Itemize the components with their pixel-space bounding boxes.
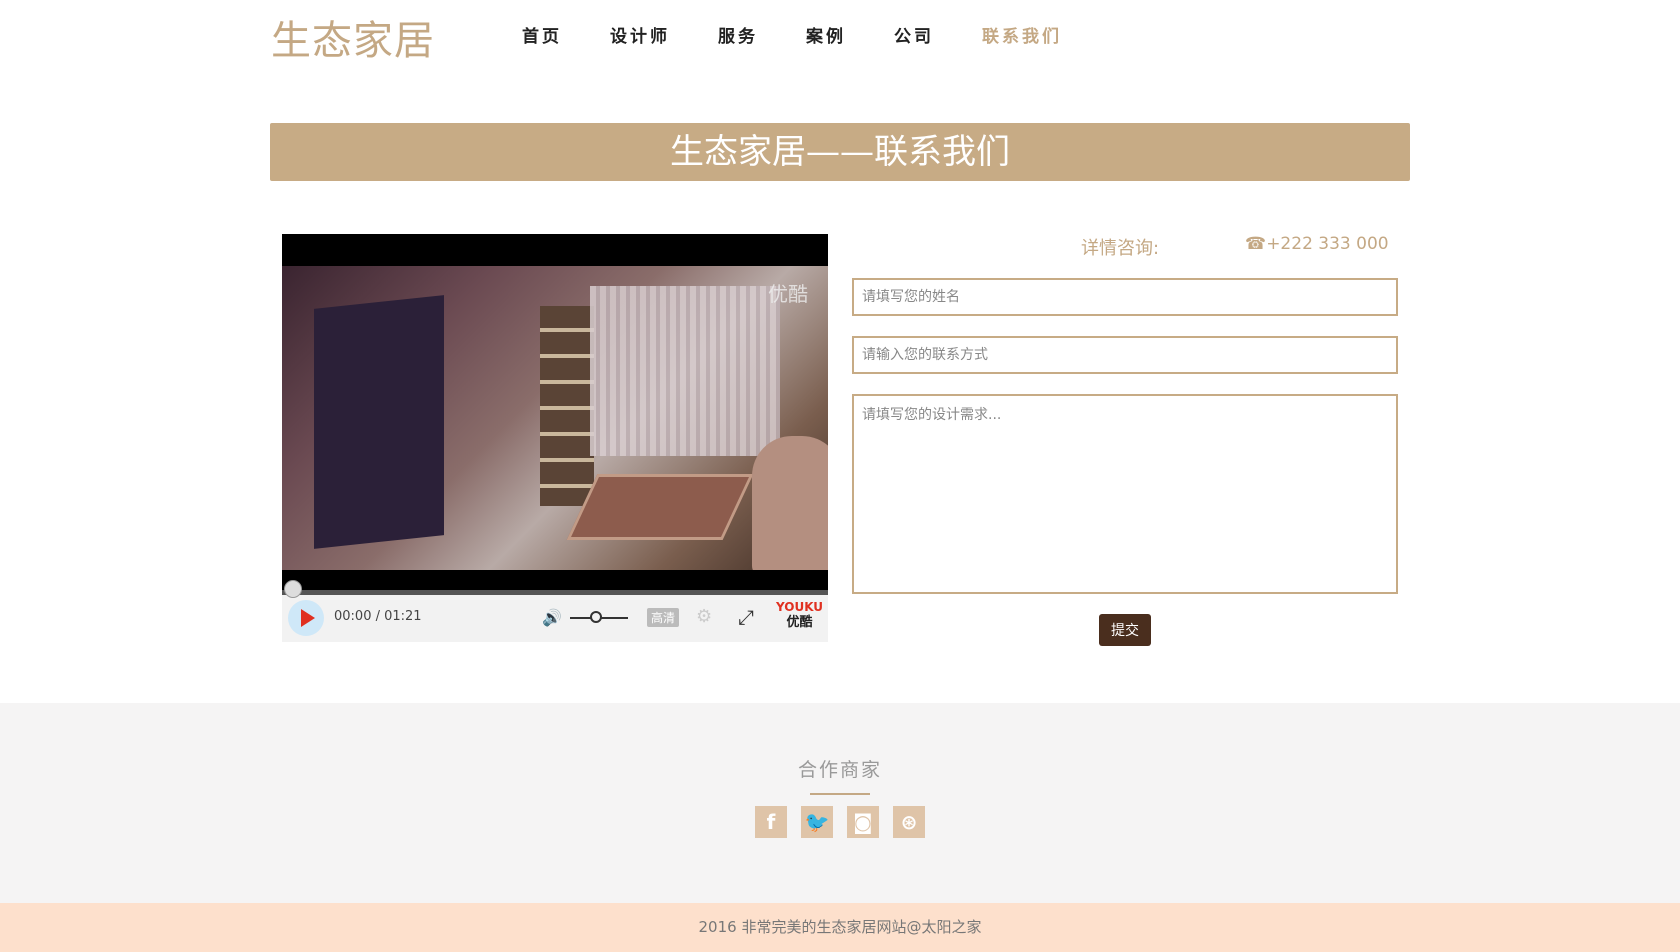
nav-cases[interactable]: 案例 bbox=[806, 22, 846, 47]
contact-input[interactable] bbox=[852, 336, 1398, 374]
partners-divider bbox=[810, 793, 870, 795]
video-player[interactable]: 优酷 00:00 / 01:21 🔊 高清 ⚙ ⤢ YOUKU 优酷 bbox=[282, 234, 828, 642]
nav-company[interactable]: 公司 bbox=[894, 22, 934, 47]
phone-text: +222 333 000 bbox=[1266, 234, 1389, 254]
video-frame[interactable]: 优酷 bbox=[282, 266, 828, 570]
play-button[interactable] bbox=[288, 600, 324, 636]
phone-number: ☎+222 333 000 bbox=[1245, 234, 1389, 254]
video-progress-handle[interactable] bbox=[284, 580, 302, 598]
youku-logo-cn: 优酷 bbox=[786, 615, 813, 630]
name-input[interactable] bbox=[852, 278, 1398, 316]
page-title-banner: 生态家居——联系我们 bbox=[270, 123, 1410, 181]
play-icon bbox=[301, 609, 315, 627]
volume-slider[interactable] bbox=[570, 611, 628, 623]
video-scene-curtain bbox=[590, 286, 780, 456]
video-scene-shelf bbox=[540, 306, 594, 506]
needs-textarea[interactable] bbox=[852, 394, 1398, 594]
partners-title: 合作商家 bbox=[797, 759, 882, 781]
phone-icon: ☎ bbox=[1245, 234, 1267, 254]
video-time: 00:00 / 01:21 bbox=[334, 609, 422, 624]
video-controls: 00:00 / 01:21 🔊 高清 ⚙ ⤢ YOUKU 优酷 bbox=[282, 580, 828, 642]
nav-services[interactable]: 服务 bbox=[718, 22, 758, 47]
video-scene-door bbox=[314, 295, 444, 549]
youku-logo-text: YOUKU bbox=[776, 600, 824, 614]
social-links: f 🐦 ◙ ⊛ bbox=[755, 806, 939, 838]
submit-button[interactable]: 提交 bbox=[1099, 614, 1151, 646]
volume-icon[interactable]: 🔊 bbox=[542, 608, 562, 627]
instagram-icon[interactable]: ◙ bbox=[847, 806, 879, 838]
consult-label: 详情咨询: bbox=[1081, 238, 1160, 259]
fullscreen-icon[interactable]: ⤢ bbox=[738, 605, 754, 629]
youku-logo[interactable]: YOUKU 优酷 bbox=[776, 600, 823, 630]
quality-button[interactable]: 高清 bbox=[647, 608, 680, 627]
nav-contact[interactable]: 联系我们 bbox=[982, 22, 1062, 47]
dribbble-icon[interactable]: ⊛ bbox=[893, 806, 925, 838]
video-scene-rug bbox=[566, 474, 754, 540]
footer-copyright: 2016 非常完美的生态家居网站@太阳之家 bbox=[0, 903, 1680, 952]
main-nav: 首页 设计师 服务 案例 公司 联系我们 bbox=[522, 22, 1110, 47]
video-scene-thumb bbox=[752, 436, 828, 570]
nav-home[interactable]: 首页 bbox=[522, 22, 562, 47]
twitter-icon[interactable]: 🐦 bbox=[801, 806, 833, 838]
nav-designers[interactable]: 设计师 bbox=[610, 22, 670, 47]
facebook-icon[interactable]: f bbox=[755, 806, 787, 838]
partners-section: 合作商家 f 🐦 ◙ ⊛ bbox=[0, 703, 1680, 903]
settings-gear-icon[interactable]: ⚙ bbox=[696, 606, 712, 627]
video-progress-bar[interactable] bbox=[282, 580, 828, 598]
video-watermark: 优酷 bbox=[768, 282, 808, 306]
site-logo[interactable]: 生态家居 bbox=[271, 8, 435, 66]
volume-slider-handle[interactable] bbox=[590, 611, 602, 623]
